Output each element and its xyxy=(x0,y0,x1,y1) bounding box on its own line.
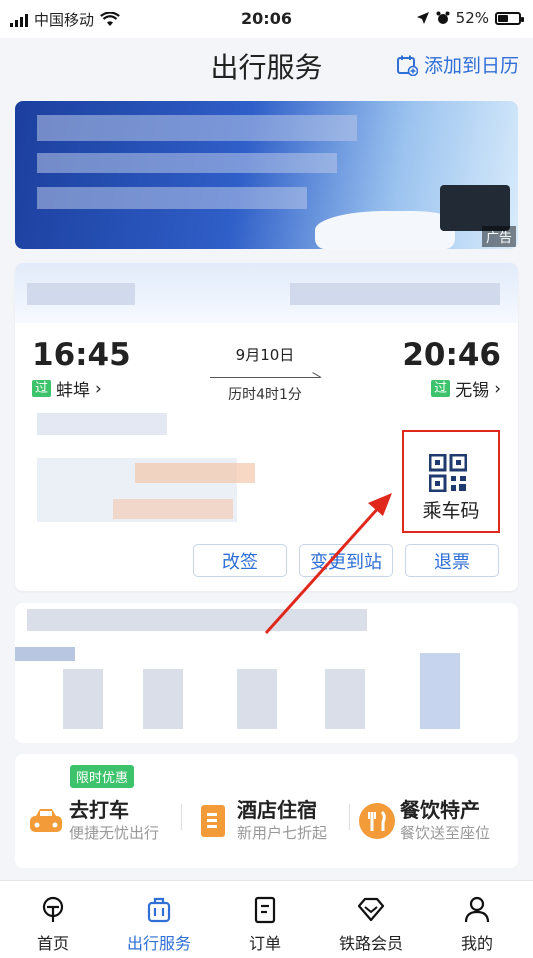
tab-label: 我的 xyxy=(460,934,493,953)
food-icon xyxy=(359,803,395,839)
ticket-card[interactable]: 16:45 过 蚌埠 › 9月10日 历时4时1分 20:46 过 无锡 › 乘 xyxy=(15,263,518,591)
location-arrow-icon xyxy=(416,12,429,24)
blurred-progress xyxy=(15,647,75,661)
blurred-banner-text xyxy=(37,187,307,209)
tab-mine[interactable]: 我的 xyxy=(424,881,530,958)
blurred-banner-text xyxy=(37,115,357,141)
luggage-icon xyxy=(147,897,171,923)
tab-travel-service[interactable]: 出行服务 xyxy=(106,881,212,958)
travel-date: 9月10日 xyxy=(235,346,295,364)
departure-station-link[interactable]: 过 蚌埠 › xyxy=(32,376,102,401)
taxi-subtitle: 便捷无忧出行 xyxy=(69,824,160,842)
tab-railway-member[interactable]: 铁路会员 xyxy=(318,881,424,958)
limited-offer-badge: 限时优惠 xyxy=(70,765,135,788)
blurred-stop xyxy=(237,669,277,729)
blurred-train-info xyxy=(27,283,135,305)
alarm-icon xyxy=(436,11,450,24)
pass-chip: 过 xyxy=(431,380,451,397)
taxi-label: 去打车 xyxy=(69,798,129,822)
divider xyxy=(181,804,182,830)
ticket-actions: 改签 变更到站 退票 xyxy=(193,544,499,577)
blurred-train-info xyxy=(290,283,500,305)
blurred-section xyxy=(15,603,518,743)
user-icon xyxy=(464,896,490,923)
bottom-tab-bar: 首页 出行服务 订单 铁路会员 我的 xyxy=(0,880,533,958)
tab-label: 铁路会员 xyxy=(338,934,403,953)
add-to-calendar-button[interactable]: 添加到日历 xyxy=(396,51,519,78)
arrival-station-link[interactable]: 过 无锡 › xyxy=(431,376,501,401)
food-label: 餐饮特产 xyxy=(400,798,480,822)
hotel-label: 酒店住宿 xyxy=(237,798,317,822)
order-icon xyxy=(254,896,276,924)
chevron-right-icon: › xyxy=(494,378,501,399)
blurred-passenger-info xyxy=(37,413,167,435)
arrival-time: 20:46 xyxy=(402,337,501,373)
ad-tag: 广告 xyxy=(481,226,516,247)
status-right: 52% xyxy=(416,9,524,27)
change-ticket-button[interactable]: 改签 xyxy=(193,544,287,577)
tab-orders[interactable]: 订单 xyxy=(212,881,318,958)
blurred-stop xyxy=(325,669,365,729)
status-bar: 中国移动 20:06 52% xyxy=(0,0,533,38)
departure-time: 16:45 xyxy=(32,337,131,373)
diamond-icon xyxy=(357,897,385,922)
bank-card-image xyxy=(440,185,510,231)
extra-services: 限时优惠 去打车 便捷无忧出行 酒店住宿 新用户七折起 餐饮特产 餐饮送至座位 xyxy=(15,754,518,868)
ride-qr-code-button[interactable]: 乘车码 xyxy=(402,430,500,533)
blurred-banner-text xyxy=(37,153,337,173)
blurred-passenger-info xyxy=(135,463,255,483)
blurred-stop xyxy=(420,653,460,729)
blurred-section-title xyxy=(27,609,367,631)
divider xyxy=(349,804,350,830)
route-arrow-icon xyxy=(210,367,320,378)
arrival-station: 无锡 xyxy=(455,381,490,401)
ad-banner[interactable]: 广告 xyxy=(15,101,518,249)
blurred-stop xyxy=(143,669,183,729)
taxi-icon xyxy=(30,809,62,832)
blurred-passenger-info xyxy=(113,499,233,519)
change-destination-button[interactable]: 变更到站 xyxy=(299,544,393,577)
qr-code-icon xyxy=(429,454,467,492)
add-to-calendar-label: 添加到日历 xyxy=(423,55,519,77)
ride-qr-code-label: 乘车码 xyxy=(422,500,480,522)
travel-duration: 历时4时1分 xyxy=(228,387,302,403)
hotel-icon xyxy=(201,805,225,837)
tab-label: 订单 xyxy=(248,934,281,953)
hotel-subtitle: 新用户七折起 xyxy=(237,824,328,842)
tab-label: 出行服务 xyxy=(126,934,191,953)
pass-chip: 过 xyxy=(32,380,52,397)
refund-button[interactable]: 退票 xyxy=(405,544,499,577)
battery-icon xyxy=(495,11,524,25)
train-image xyxy=(315,211,455,249)
page-header: 出行服务 添加到日历 xyxy=(0,38,533,90)
battery-level xyxy=(498,14,508,22)
calendar-icon xyxy=(396,55,418,76)
battery-percent: 52% xyxy=(455,9,489,27)
trip-info: 9月10日 历时4时1分 xyxy=(210,344,320,404)
departure-station: 蚌埠 xyxy=(56,381,91,401)
food-subtitle: 餐饮送至座位 xyxy=(400,824,491,842)
blurred-stop xyxy=(63,669,103,729)
tab-label: 首页 xyxy=(36,934,69,953)
chevron-right-icon: › xyxy=(95,378,102,399)
tab-home[interactable]: 首页 xyxy=(0,881,106,958)
train-icon xyxy=(42,896,64,922)
